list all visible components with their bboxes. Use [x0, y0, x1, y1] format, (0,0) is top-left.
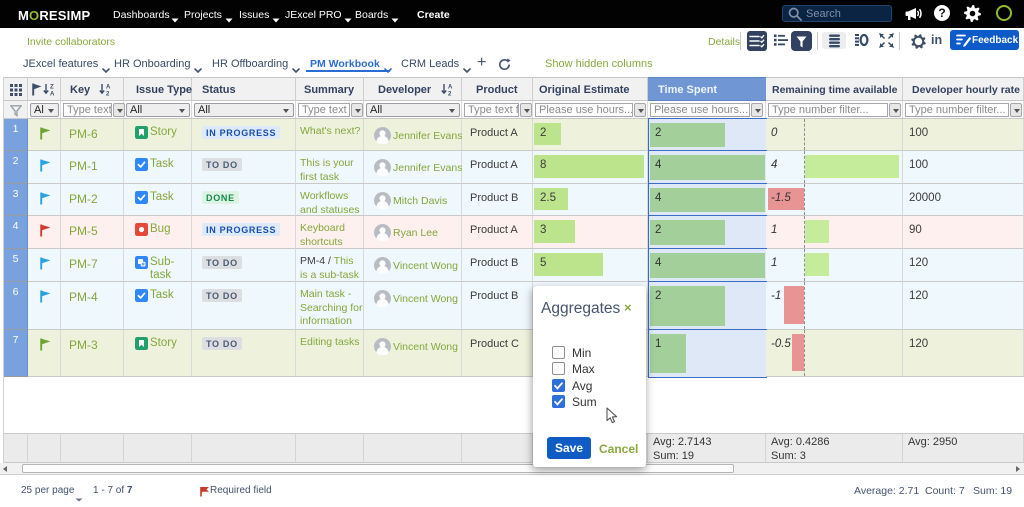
- svg-text:Z: Z: [50, 85, 54, 91]
- svg-text:A: A: [448, 85, 453, 91]
- svg-text:A: A: [106, 85, 111, 91]
- svg-text:2: 2: [106, 92, 110, 97]
- svg-text:A: A: [50, 92, 55, 97]
- svg-text:2: 2: [448, 92, 452, 97]
